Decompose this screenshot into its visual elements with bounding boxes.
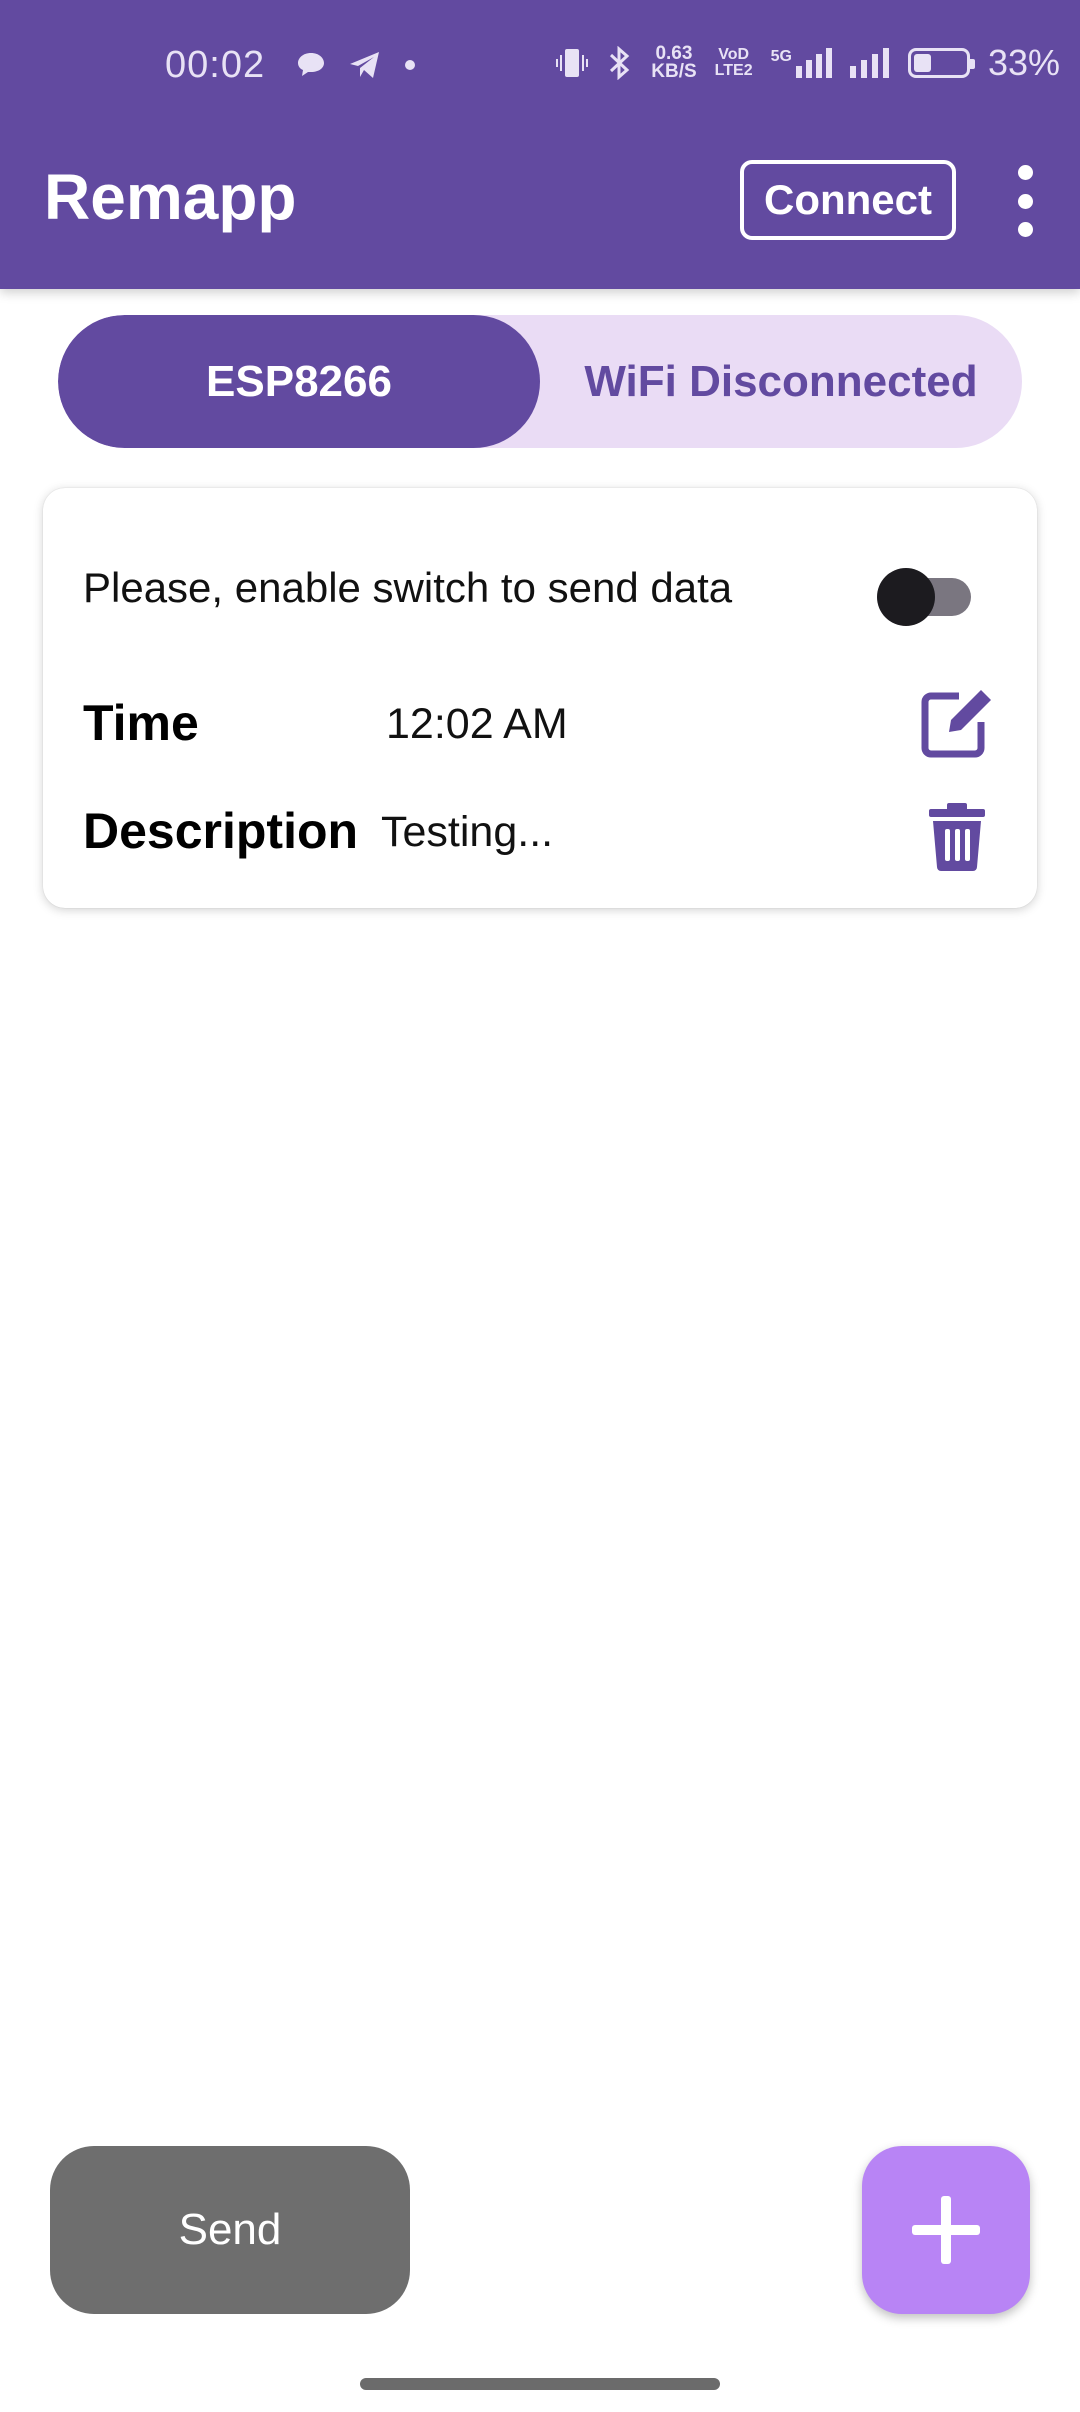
battery-icon <box>907 48 975 78</box>
edit-icon <box>921 690 991 758</box>
time-label: Time <box>83 695 199 751</box>
vibrate-icon <box>556 49 589 77</box>
signal-strength-2-icon <box>849 48 889 78</box>
telegram-icon <box>350 52 379 78</box>
connect-button[interactable]: Connect <box>740 160 956 240</box>
app-title: Remapp <box>44 161 297 233</box>
signal-5g: 5G <box>771 48 832 78</box>
app-bar: 00:02 0.63 KB/S VoD LTE2 5G 33% Remapp C… <box>0 0 1080 289</box>
more-vert-icon <box>1017 165 1033 180</box>
volte-top: VoD <box>718 46 750 63</box>
send-data-switch[interactable] <box>877 560 975 626</box>
enable-switch-hint: Please, enable switch to send data <box>83 564 733 611</box>
schedule-card: Please, enable switch to send data Time … <box>43 488 1037 908</box>
dot-icon <box>405 60 415 70</box>
more-vert-dot <box>1017 193 1033 209</box>
status-time: 00:02 <box>165 44 266 86</box>
switch-thumb <box>877 568 935 626</box>
plus-icon <box>912 2196 980 2264</box>
notification-icons <box>296 50 416 80</box>
trash-icon <box>929 803 985 871</box>
net-speed-unit: KB/S <box>651 61 697 82</box>
volte-indicator: VoD LTE2 <box>715 47 753 79</box>
net-speed: 0.63 KB/S <box>651 44 697 82</box>
network-type: 5G <box>770 48 792 65</box>
tab-esp8266[interactable]: ESP8266 <box>58 315 540 448</box>
edit-button[interactable] <box>919 684 997 760</box>
connection-segment: ESP8266 WiFi Disconnected <box>58 315 1022 448</box>
battery-percent: 33% <box>987 42 1060 83</box>
time-value: 12:02 AM <box>386 700 568 748</box>
description-value: Testing... <box>381 808 554 856</box>
send-button[interactable]: Send <box>50 2146 410 2314</box>
home-indicator[interactable] <box>360 2378 720 2390</box>
signal-strength-icon <box>795 48 832 78</box>
chat-bubble-icon <box>298 53 324 76</box>
description-label: Description <box>83 803 359 859</box>
add-button[interactable] <box>862 2146 1030 2314</box>
more-options-button[interactable] <box>1010 165 1040 237</box>
status-right: 0.63 KB/S VoD LTE2 5G 33% <box>555 42 1060 84</box>
volte-bottom: LTE2 <box>714 62 753 79</box>
more-vert-dot <box>1017 222 1033 237</box>
delete-button[interactable] <box>927 803 987 871</box>
status-bar: 00:02 0.63 KB/S VoD LTE2 5G 33% <box>0 0 1080 135</box>
bluetooth-icon <box>610 46 630 80</box>
tab-wifi-status[interactable]: WiFi Disconnected <box>540 315 1022 448</box>
